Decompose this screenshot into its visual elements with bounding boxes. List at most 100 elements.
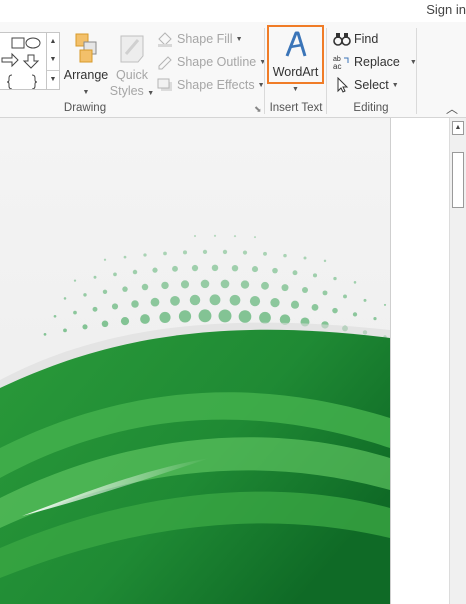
shape-fill-button[interactable]: Shape Fill ▼ xyxy=(156,29,243,49)
halftone-dot xyxy=(122,286,128,292)
scroll-thumb[interactable] xyxy=(452,152,464,208)
binoculars-icon xyxy=(333,31,351,47)
halftone-dot xyxy=(140,314,150,324)
halftone-dot xyxy=(373,317,377,321)
insert-text-group-label: Insert Text xyxy=(269,102,323,114)
halftone-dot xyxy=(290,300,300,309)
halftone-dot xyxy=(270,297,280,308)
replace-button[interactable]: ab ac Replace ▼ xyxy=(333,52,417,72)
halftone-dot xyxy=(93,275,97,279)
group-separator xyxy=(416,28,417,114)
arrange-dropdown-icon: ▼ xyxy=(82,89,90,96)
quick-styles-dropdown-icon: ▼ xyxy=(147,90,155,97)
halftone-dot xyxy=(159,311,171,324)
slide-background-graphic xyxy=(0,118,390,604)
halftone-dot xyxy=(240,280,250,289)
vertical-scrollbar[interactable]: ▲ xyxy=(449,118,466,604)
halftone-dot xyxy=(143,253,147,257)
halftone-dot xyxy=(253,236,257,239)
gallery-down-icon[interactable]: ▼ xyxy=(47,51,59,69)
halftone-dot xyxy=(180,280,190,289)
halftone-dot xyxy=(242,250,248,255)
halftone-dot xyxy=(111,303,119,310)
gallery-scrollbar[interactable]: ▲ ▼ ▼ xyxy=(46,33,59,89)
drawing-group-label: Drawing xyxy=(63,102,107,114)
wordart-button[interactable]: WordArt xyxy=(267,25,324,84)
halftone-dot xyxy=(352,312,358,317)
halftone-dot xyxy=(322,290,328,296)
halftone-dot xyxy=(150,297,160,307)
group-separator xyxy=(264,28,265,114)
halftone-dot xyxy=(231,264,239,272)
select-button[interactable]: Select ▼ xyxy=(333,75,399,95)
halftone-dot xyxy=(202,249,208,255)
shapes-gallery[interactable]: ▲ ▼ ▼ xyxy=(0,32,60,90)
halftone-dot xyxy=(123,255,127,259)
replace-icon: ab ac xyxy=(333,54,351,71)
shapes-gallery-icon xyxy=(1,37,41,89)
quick-styles-button[interactable]: Quick Styles ▼ xyxy=(108,32,156,102)
editing-group-label: Editing xyxy=(353,102,389,114)
group-separator xyxy=(326,28,327,114)
halftone-dot xyxy=(259,311,271,324)
halftone-dot xyxy=(272,267,278,274)
halftone-dot xyxy=(332,307,338,314)
find-button[interactable]: Find xyxy=(333,29,378,49)
dialog-launcher-icon[interactable]: ⬊ xyxy=(254,104,262,115)
halftone-dot xyxy=(281,284,289,292)
halftone-dot xyxy=(200,279,210,289)
halftone-dot xyxy=(189,294,201,306)
halftone-dot xyxy=(333,276,337,281)
svg-text:ac: ac xyxy=(333,62,341,70)
halftone-dot xyxy=(73,279,77,282)
gallery-up-icon[interactable]: ▲ xyxy=(47,33,59,51)
halftone-dot xyxy=(82,324,88,330)
wordart-dropdown-icon[interactable]: ▼ xyxy=(292,86,299,93)
wordart-icon xyxy=(285,31,307,57)
shape-effects-button[interactable]: Shape Effects ▼ xyxy=(156,75,265,95)
halftone-dot xyxy=(53,314,57,318)
shape-outline-dropdown-icon: ▼ xyxy=(259,58,267,66)
halftone-dot xyxy=(101,320,109,328)
halftone-dot xyxy=(261,281,269,290)
quick-styles-icon xyxy=(120,35,144,63)
ribbon: ▲ ▼ ▼ Arrange ▼ Quick Styles ▼ Shape Fil… xyxy=(0,22,466,118)
halftone-dot xyxy=(152,267,158,273)
powerpoint-window: Sign in ▲ ▼ ▼ Arrange ▼ Quick Styles ▼ S… xyxy=(0,0,466,604)
gallery-more-icon[interactable]: ▼ xyxy=(47,70,59,88)
halftone-dot xyxy=(170,295,180,306)
halftone-dot xyxy=(211,264,219,272)
halftone-dot xyxy=(218,309,232,323)
halftone-dot xyxy=(353,281,357,284)
halftone-dot xyxy=(292,270,298,276)
halftone-dot xyxy=(102,289,108,294)
halftone-dot xyxy=(363,298,367,302)
halftone-dot xyxy=(63,297,67,300)
halftone-dot xyxy=(283,253,287,258)
halftone-dot xyxy=(193,234,197,238)
shape-outline-button[interactable]: Shape Outline ▼ xyxy=(156,52,266,72)
arrange-button[interactable]: Arrange ▼ xyxy=(63,32,109,97)
halftone-dot xyxy=(209,294,221,306)
halftone-dot xyxy=(238,310,252,323)
halftone-dot xyxy=(303,256,307,260)
halftone-dot xyxy=(161,281,169,290)
halftone-dot xyxy=(163,251,167,256)
halftone-dot xyxy=(83,293,87,297)
halftone-dot xyxy=(312,273,318,278)
halftone-dot xyxy=(131,300,139,308)
slide-canvas[interactable] xyxy=(0,118,390,604)
halftone-dot xyxy=(323,259,327,263)
halftone-dot xyxy=(43,332,47,336)
halftone-dot xyxy=(233,235,237,238)
sign-in-link[interactable]: Sign in xyxy=(426,2,466,17)
halftone-dot xyxy=(172,265,178,272)
notes-margin xyxy=(390,118,449,604)
halftone-dot xyxy=(249,296,261,307)
halftone-dot xyxy=(229,294,241,306)
shape-effects-icon xyxy=(156,77,174,93)
scroll-up-icon[interactable]: ▲ xyxy=(452,121,464,135)
pencil-icon xyxy=(156,54,174,70)
halftone-dot xyxy=(92,306,98,312)
collapse-ribbon-icon[interactable]: ︿ xyxy=(446,100,458,117)
